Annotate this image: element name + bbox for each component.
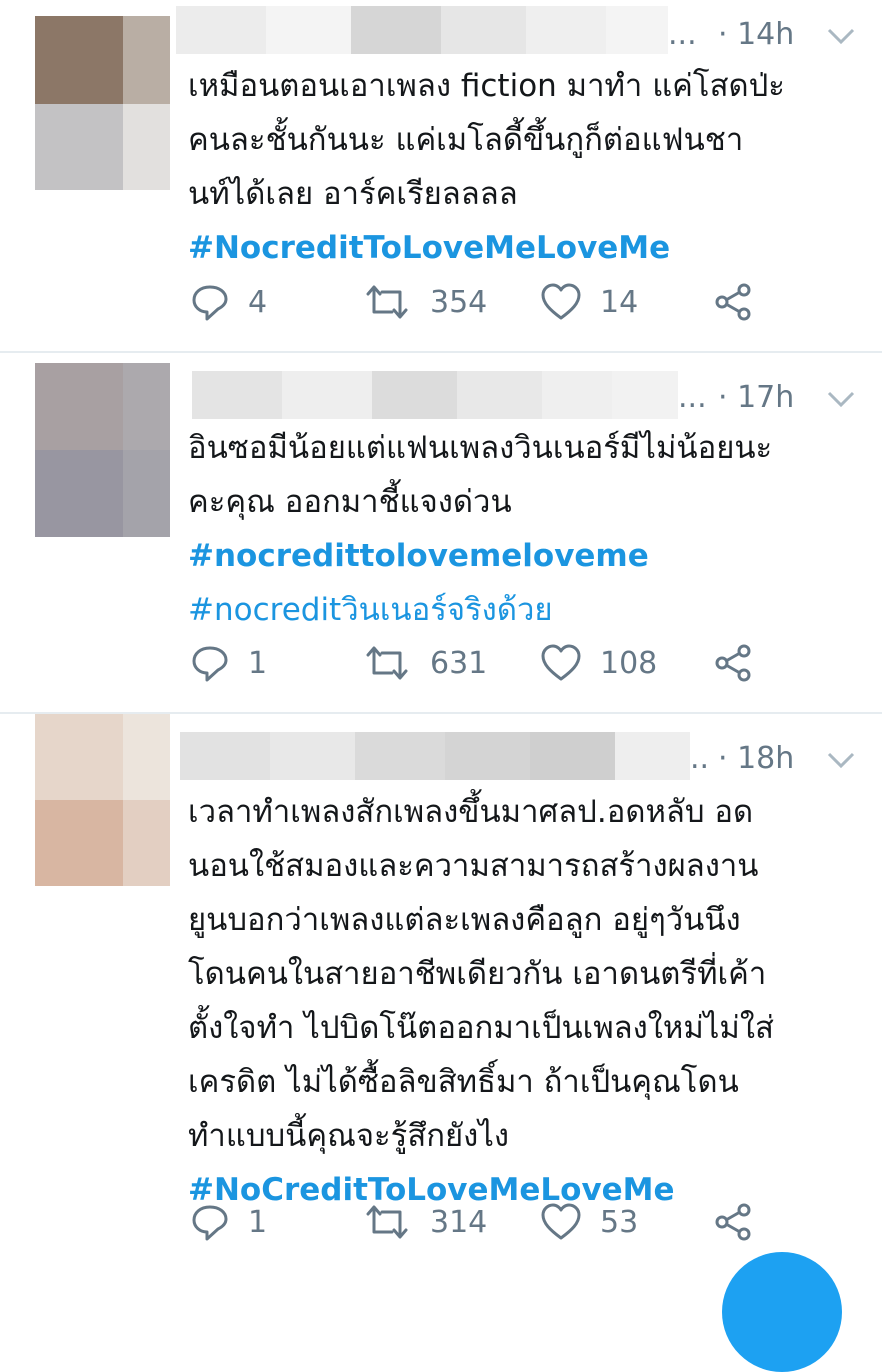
like-icon [541,283,581,320]
tweet-2[interactable]: ... · 17h อินซอมีน้อยแต่แฟนเพลงวินเนอร์ม… [0,353,882,713]
hashtag-link[interactable]: #NocreditToLoveMeLoveMe [188,221,868,275]
text-line: โดนคนในสายอาชีพเดียวกัน เอาดนตรีที่เค้า [188,956,767,992]
text-line: นท์ได้เลย อาร์คเรียลลลล [188,176,518,212]
author-name-redacted[interactable] [180,732,690,780]
avatar[interactable] [35,363,170,537]
like-button[interactable]: 53 [540,1200,638,1244]
action-bar: 1 314 53 [190,1200,790,1244]
like-count: 53 [600,1204,639,1240]
text-line: คนละชั้นกันนะ แค่เมโลดี้ขึ้นกูก็ต่อแฟนชา [188,122,744,158]
text-line: คะคุณ ออกมาชี้แจงด่วน [188,484,512,520]
reply-button[interactable]: 4 [190,280,267,324]
text-line: เครดิต ไม่ได้ซื้อลิขสิทธิ์มา ถ้าเป็นคุณโ… [188,1064,739,1100]
text-line: ยูนบอกว่าเพลงแต่ละเพลงคือลูก อยู่ๆวันนึง [188,902,741,938]
author-name-redacted[interactable] [192,371,678,419]
timestamp[interactable]: · 18h [718,744,794,774]
tweet-text: เหมือนตอนเอาเพลง fiction มาทำ แค่โสดป่ะ … [188,59,868,275]
like-count: 14 [600,284,639,320]
tweet-text: เวลาทำเพลงสักเพลงขึ้นมาศลป.อดหลับ อด นอน… [188,785,868,1217]
retweet-count: 314 [430,1204,488,1240]
compose-tweet-button[interactable] [722,1252,842,1372]
share-icon [715,283,751,321]
avatar[interactable] [35,714,170,888]
reply-icon [192,1205,228,1241]
retweet-icon [366,285,408,319]
share-button[interactable] [714,1200,754,1244]
reply-button[interactable]: 1 [190,1200,267,1244]
text-line: เวลาทำเพลงสักเพลงขึ้นมาศลป.อดหลับ อด [188,794,754,830]
reply-icon [192,646,228,682]
action-bar: 1 631 108 [190,641,790,685]
hashtag-link[interactable]: #nocredittolovemeloveme [188,529,868,583]
chevron-down-icon[interactable] [826,26,856,46]
avatar[interactable] [35,16,170,190]
handle-truncation: ... [668,17,697,52]
retweet-count: 631 [430,645,488,681]
like-button[interactable]: 108 [540,641,657,685]
reply-count: 1 [248,1204,268,1240]
reply-count: 1 [248,645,268,681]
text-line: เหมือนตอนเอาเพลง fiction มาทำ แค่โสดป่ะ [188,68,785,104]
reply-icon [192,285,228,321]
text-line: นอนใช้สมองและความสามารถสร้างผลงาน [188,848,759,884]
share-icon [715,644,751,682]
text-line: อินซอมีน้อยแต่แฟนเพลงวินเนอร์มีไม่น้อยนะ [188,430,773,466]
timestamp[interactable]: · 14h [718,20,794,50]
share-button[interactable] [714,280,754,324]
retweet-button[interactable]: 354 [362,280,487,324]
tweet-3[interactable]: .. · 18h เวลาทำเพลงสักเพลงขึ้นมาศลป.อดหล… [0,714,882,1280]
author-name-redacted[interactable] [176,6,668,54]
reply-button[interactable]: 1 [190,641,267,685]
tweet-1[interactable]: ... · 14h เหมือนตอนเอาเพลง fiction มาทำ … [0,0,882,352]
share-icon [715,1203,751,1241]
like-icon [541,1203,581,1240]
chevron-down-icon[interactable] [826,750,856,770]
handle-truncation: .. [690,741,710,776]
chevron-down-icon[interactable] [826,389,856,409]
retweet-button[interactable]: 631 [362,641,487,685]
text-line: ตั้งใจทำ ไปบิดโน๊ตออกมาเป็นเพลงใหม่ไม่ใส… [188,1010,774,1046]
reply-count: 4 [248,284,268,320]
timestamp[interactable]: · 17h [718,383,794,413]
like-button[interactable]: 14 [540,280,638,324]
retweet-icon [366,1205,408,1239]
retweet-count: 354 [430,284,488,320]
hashtag-link[interactable]: #nocreditวินเนอร์จริงด้วย [188,583,868,637]
share-button[interactable] [714,641,754,685]
like-count: 108 [600,645,658,681]
handle-truncation: ... [678,380,707,415]
text-line: ทำแบบนี้คุณจะรู้สึกยังไง [188,1118,510,1154]
like-icon [541,644,581,681]
tweet-text: อินซอมีน้อยแต่แฟนเพลงวินเนอร์มีไม่น้อยนะ… [188,421,868,637]
action-bar: 4 354 14 [190,280,790,324]
retweet-button[interactable]: 314 [362,1200,487,1244]
retweet-icon [366,646,408,680]
